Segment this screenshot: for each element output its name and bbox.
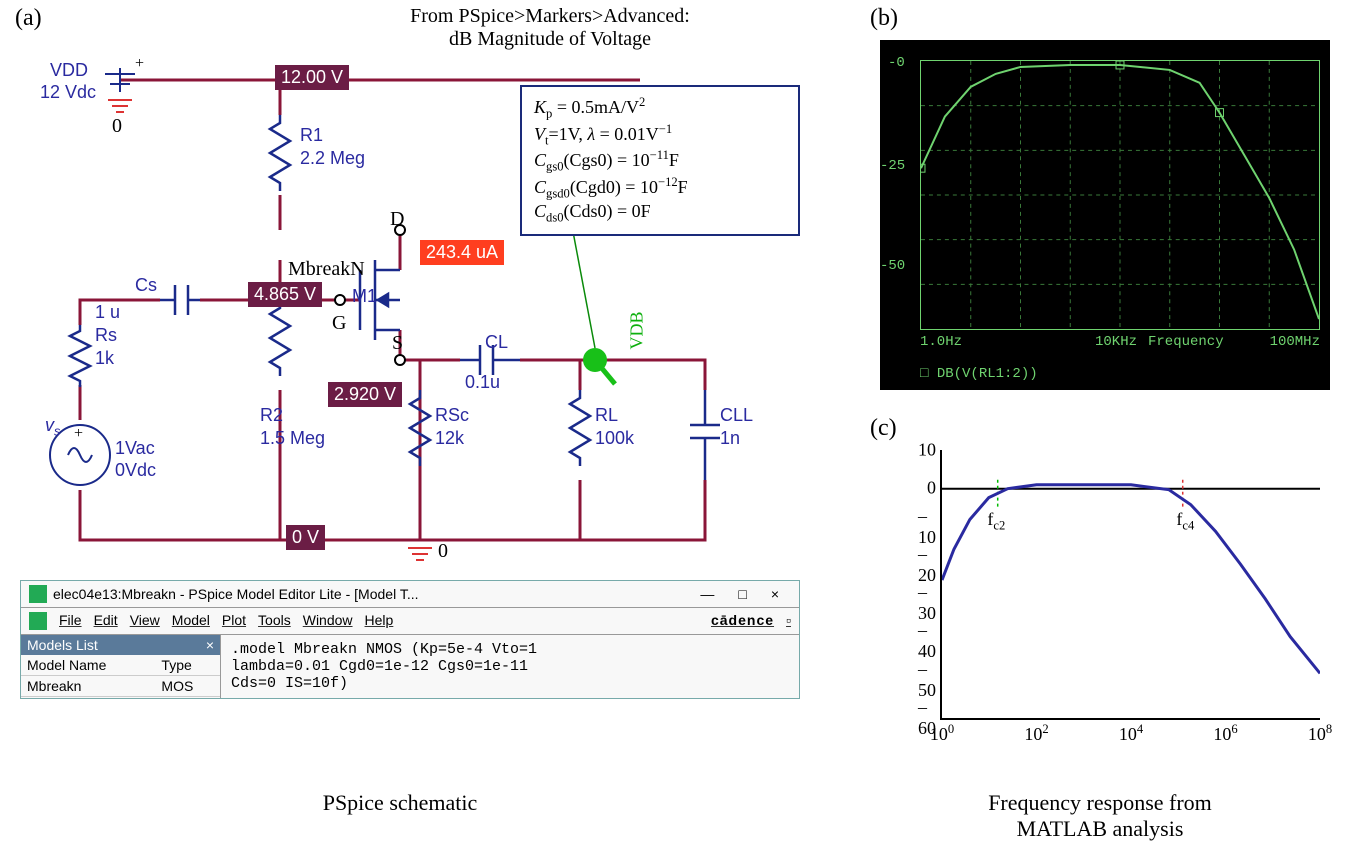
ytick-0: -0 — [888, 55, 905, 71]
col-type[interactable]: Type — [155, 655, 220, 676]
panel-close-icon[interactable]: × — [206, 637, 214, 653]
rl-name: RL — [595, 405, 618, 425]
xtick-2: 102 — [1024, 718, 1048, 745]
xtick-10khz: 10KHz — [1095, 334, 1137, 350]
editor-title: elec04e13:Mbreakn - PSpice Model Editor … — [53, 586, 688, 602]
close-button[interactable]: × — [759, 586, 791, 602]
model-editor-window: elec04e13:Mbreakn - PSpice Model Editor … — [20, 580, 800, 699]
model-code[interactable]: .model Mbreakn NMOS (Kp=5e-4 Vto=1 lambd… — [221, 635, 799, 698]
meas-243uA: 243.4 uA — [420, 240, 504, 265]
menu-model[interactable]: Model — [172, 612, 210, 630]
gnd-0-bot: 0 — [438, 540, 448, 563]
rs-value: 1k — [95, 348, 114, 368]
node-d: D — [390, 208, 404, 231]
r2-value: 1.5 Meg — [260, 428, 325, 448]
vs-v2: 0Vdc — [115, 460, 156, 480]
rsc-value: 12k — [435, 428, 464, 448]
xtick-1hz: 1.0Hz — [920, 334, 962, 350]
rs-name: Rs — [95, 325, 117, 345]
cs-value: 1 u — [95, 302, 120, 322]
axes: 10 0 –10 –20 –30 –40 –50 –60 100 102 104… — [940, 450, 1320, 720]
xtick-8: 108 — [1308, 718, 1332, 745]
ytick-n30: –30 — [918, 582, 942, 624]
minimize-button[interactable]: — — [688, 586, 726, 602]
app-icon — [29, 585, 47, 603]
r1-name: R1 — [300, 125, 323, 145]
xtick-6: 106 — [1213, 718, 1237, 745]
node-g: G — [332, 312, 346, 335]
param-box: Kp = 0.5mA/V2 Vt=1V, λ = 0.01V−1 Cgs0(Cg… — [520, 85, 800, 236]
menubar: File Edit View Model Plot Tools Window H… — [21, 608, 799, 635]
meas-2v: 2.920 V — [328, 382, 402, 407]
cl-value: 0.1u — [465, 372, 500, 392]
vs-name: vs — [45, 415, 60, 435]
xtick-4: 104 — [1119, 718, 1143, 745]
ytick-25: -25 — [880, 158, 905, 174]
menu-edit[interactable]: Edit — [94, 612, 118, 630]
legend: □ DB(V(RL1:2)) — [920, 366, 1038, 382]
panel-label-b: (b) — [870, 5, 898, 32]
col-model-name[interactable]: Model Name — [21, 655, 155, 676]
svg-text:+: + — [74, 425, 83, 442]
r2-name: R2 — [260, 405, 283, 425]
menu-file[interactable]: File — [59, 612, 82, 630]
menu-view[interactable]: View — [130, 612, 160, 630]
vs-v1: 1Vac — [115, 438, 155, 458]
ytick-n20: –20 — [918, 544, 942, 586]
cs-name: Cs — [135, 275, 157, 295]
vdd-value: 12 Vdc — [40, 82, 96, 102]
meas-0v: 0 V — [286, 525, 325, 550]
marker-fc4: fc4 — [1176, 509, 1194, 534]
maximize-button[interactable]: □ — [726, 586, 758, 602]
ytick-n40: –40 — [918, 620, 942, 662]
rl-value: 100k — [595, 428, 634, 448]
node-s: S — [392, 332, 403, 355]
menu-tools[interactable]: Tools — [258, 612, 291, 630]
brand-label: cādence — [711, 612, 774, 630]
xlabel: Frequency — [1148, 334, 1224, 350]
ytick-50: -50 — [880, 258, 905, 274]
cell-type: MOS — [155, 676, 220, 697]
r1-value: 2.2 Meg — [300, 148, 365, 168]
cll-name: CLL — [720, 405, 753, 425]
matlab-plot: 10 0 –10 –20 –30 –40 –50 –60 100 102 104… — [880, 440, 1330, 770]
caption-right: Frequency response from MATLAB analysis — [920, 790, 1280, 842]
cl-name: CL — [485, 332, 508, 352]
param-cds0: Cds0(Cds0) = 0F — [534, 201, 786, 226]
vdb-label: VDB — [627, 311, 648, 349]
m1-name: M1 — [352, 286, 377, 306]
svg-text:+: + — [135, 55, 144, 72]
ytick-n10: –10 — [918, 506, 942, 548]
ytick-n50: –50 — [918, 659, 942, 701]
param-cgs0: Cgs0(Cgs0) = 10−11F — [534, 148, 786, 175]
marker-fc2: fc2 — [987, 509, 1005, 534]
plot-grid — [920, 60, 1320, 330]
doc-icon — [29, 612, 47, 630]
ytick-0m: 0 — [927, 478, 942, 499]
rsc-name: RSc — [435, 405, 469, 425]
cell-model: Mbreakn — [21, 676, 155, 697]
param-kp: Kp = 0.5mA/V2 — [534, 95, 786, 122]
table-row[interactable]: MbreaknMOS — [21, 676, 220, 697]
param-vt: Vt=1V, λ = 0.01V−1 — [534, 122, 786, 149]
models-title: Models List — [27, 637, 98, 653]
cll-value: 1n — [720, 428, 740, 448]
caption-left: PSpice schematic — [250, 790, 550, 816]
xtick-0: 100 — [930, 718, 954, 745]
xtick-100mhz: 100MHz — [1270, 334, 1320, 350]
restore-button[interactable]: ▫ — [786, 612, 791, 630]
gnd-0-top: 0 — [112, 115, 122, 138]
panel-label-c: (c) — [870, 415, 897, 442]
ytick-10: 10 — [918, 440, 942, 461]
meas-12v: 12.00 V — [275, 65, 349, 90]
models-panel: Models List × Model NameType MbreaknMOS — [21, 635, 221, 698]
menu-window[interactable]: Window — [303, 612, 353, 630]
pspice-plot: -0 -25 -50 1.0Hz 10KHz Frequency 100MHz … — [880, 40, 1330, 390]
menu-plot[interactable]: Plot — [222, 612, 246, 630]
vdd-name: VDD — [50, 60, 88, 80]
menu-help[interactable]: Help — [365, 612, 394, 630]
m1-type: MbreakN — [288, 258, 365, 281]
meas-4v: 4.865 V — [248, 282, 322, 307]
param-cgsd0: Cgsd0(Cgd0) = 10−12F — [534, 175, 786, 202]
